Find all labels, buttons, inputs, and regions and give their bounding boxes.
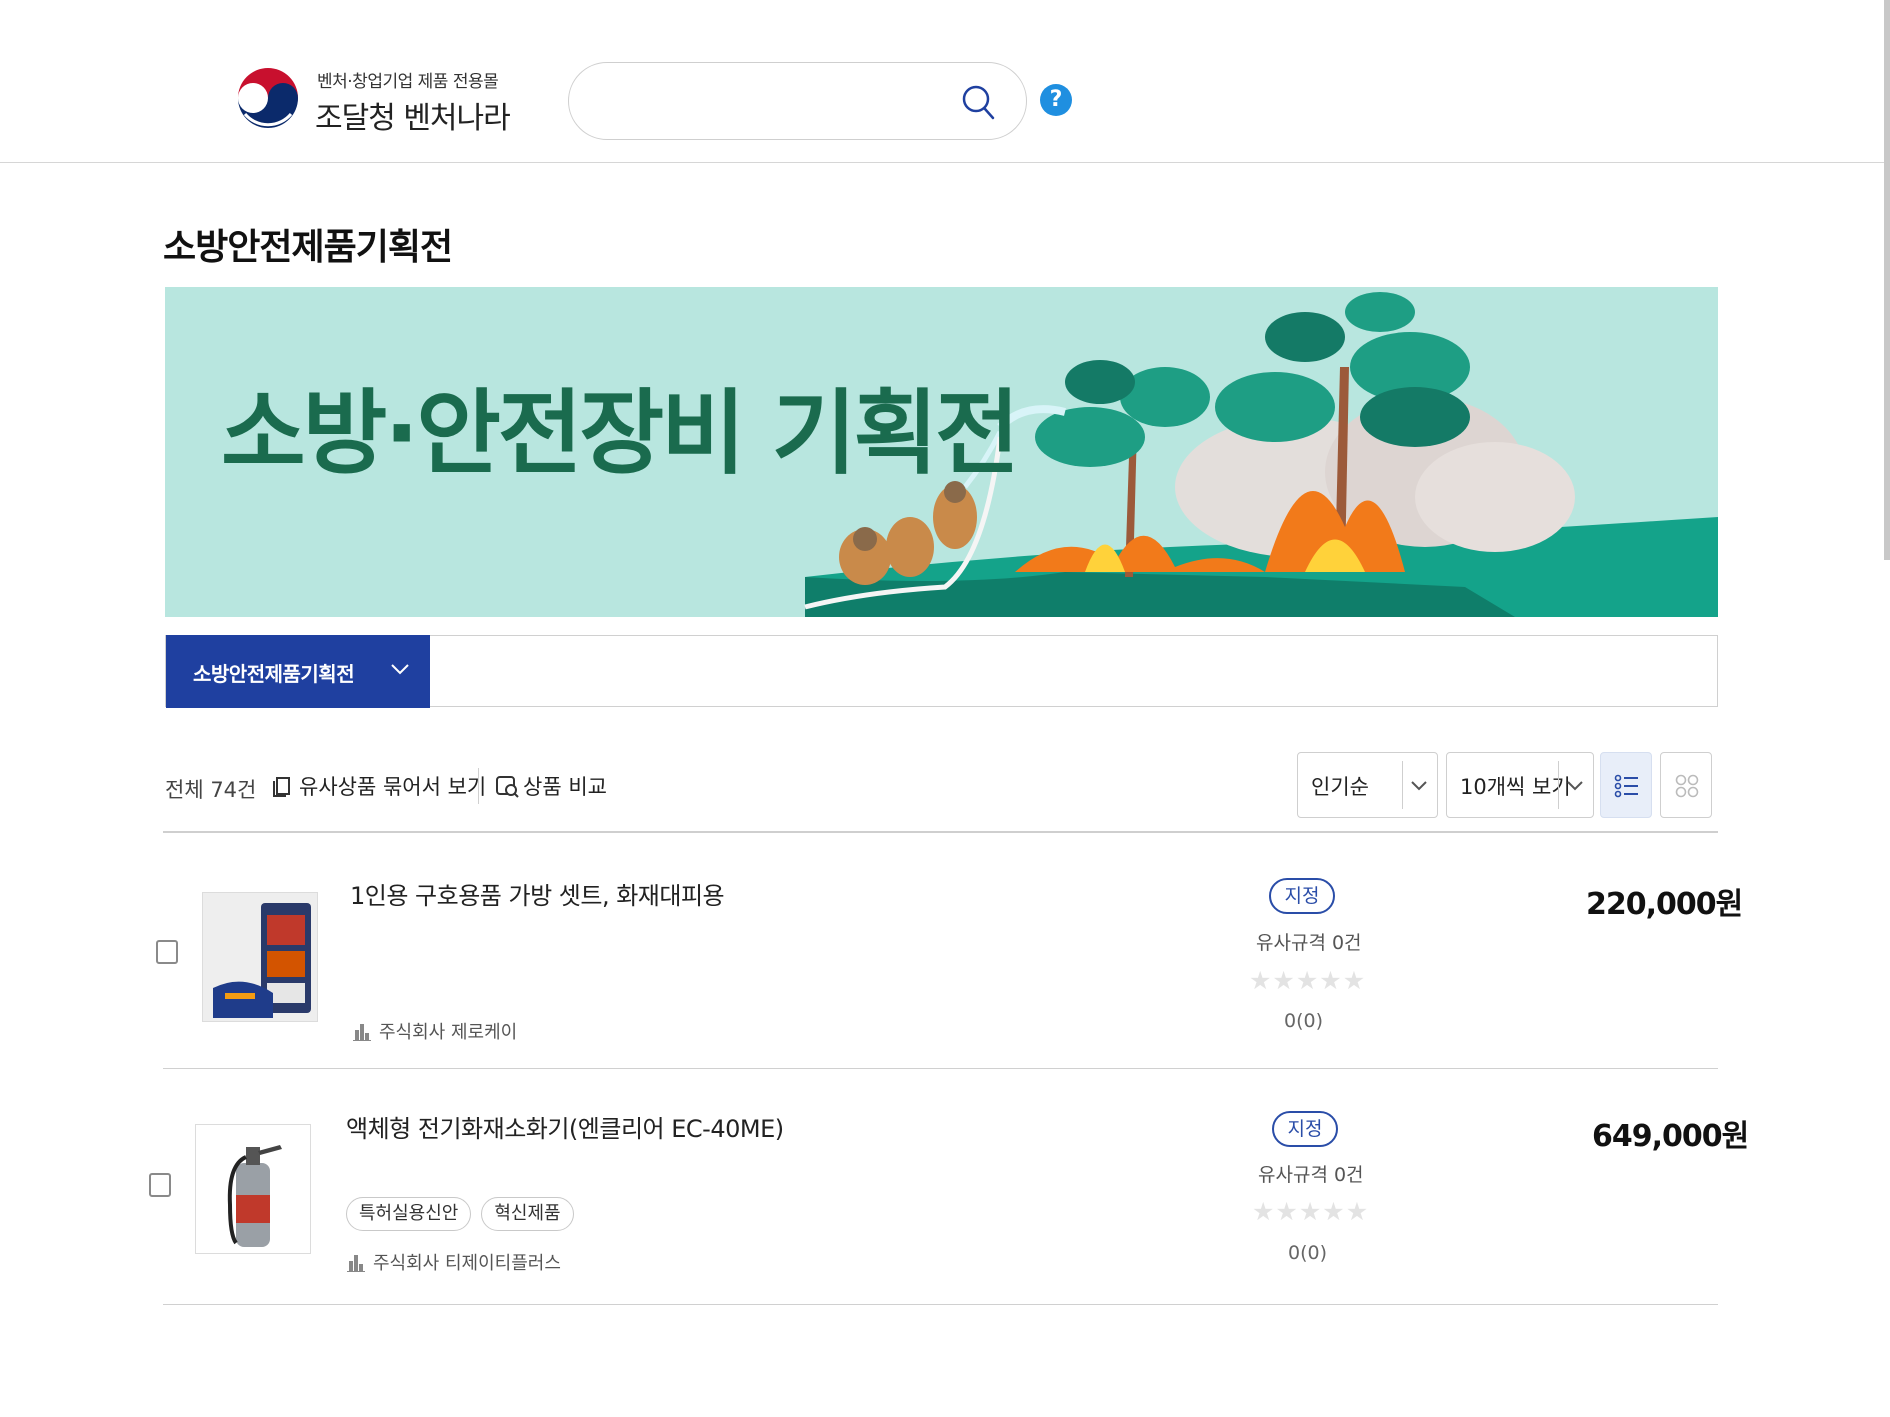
- product-price: 649,000원: [1592, 1119, 1749, 1154]
- star-icon: ★: [1295, 966, 1319, 995]
- star-icon: ★: [1252, 1197, 1275, 1226]
- logo-subtitle: 벤처·창업기업 제품 전용몰: [317, 72, 499, 92]
- page-size-value: 10개씩 보기: [1460, 775, 1571, 799]
- banner-headline: 소방·안전장비 기획전: [221, 380, 1020, 487]
- page-title: 소방안전제품기획전: [163, 227, 453, 268]
- total-count: 전체 74건: [165, 778, 257, 802]
- review-count: 0(0): [1284, 1010, 1324, 1032]
- patent-tag: 특허실용신안: [346, 1197, 472, 1231]
- layers-icon: [273, 777, 290, 797]
- star-rating: ★ ★ ★ ★ ★: [1249, 968, 1365, 993]
- page-scrollbar[interactable]: [1884, 0, 1890, 560]
- seller-info: 주식회사 티제이티플러스: [347, 1249, 561, 1275]
- rescue-bag-image: [203, 893, 317, 1021]
- compare-label: 상품 비교: [523, 775, 607, 799]
- star-icon: ★: [1345, 1197, 1369, 1226]
- sort-order-value: 인기순: [1311, 775, 1369, 799]
- product-tags: 특허실용신안 혁신제품: [346, 1197, 574, 1231]
- search-input[interactable]: [599, 81, 939, 121]
- toolbar-divider: [478, 768, 479, 804]
- innovation-tag: 혁신제품: [481, 1197, 574, 1231]
- promo-banner[interactable]: 소방·안전장비 기획전: [165, 287, 1718, 617]
- product-name[interactable]: 액체형 전기화재소화기(엔클리어 EC-40ME): [346, 1109, 784, 1144]
- building-icon: [353, 1024, 371, 1041]
- list-toolbar: 전체 74건 유사상품 묶어서 보기 상품 비교 인기순 10개씩 보기: [163, 748, 1718, 833]
- category-dropdown[interactable]: 소방안전제품기획전: [166, 635, 430, 708]
- chevron-down-icon: [1411, 781, 1427, 791]
- product-name[interactable]: 1인용 구호용품 가방 셋트, 화재대피용: [350, 876, 725, 911]
- list-view-icon: [1614, 774, 1638, 798]
- group-similar-button[interactable]: 유사상품 묶어서 보기: [271, 770, 486, 802]
- page-size-select[interactable]: 10개씩 보기: [1446, 752, 1594, 818]
- product-select-checkbox[interactable]: [156, 940, 178, 964]
- grid-view-button[interactable]: [1660, 752, 1712, 818]
- product-thumbnail[interactable]: [195, 1124, 311, 1254]
- search-box: [568, 62, 1027, 140]
- search-icon[interactable]: [960, 83, 996, 121]
- star-icon: ★: [1342, 966, 1366, 995]
- product-select-checkbox[interactable]: [149, 1173, 171, 1197]
- product-thumbnail[interactable]: [202, 892, 318, 1022]
- seller-info: 주식회사 제로케이: [353, 1018, 517, 1044]
- star-icon: ★: [1319, 966, 1342, 995]
- help-icon[interactable]: ?: [1040, 84, 1072, 116]
- grid-view-icon: [1675, 774, 1699, 798]
- similar-spec-count[interactable]: 유사규격 0건: [1256, 928, 1362, 955]
- chevron-down-icon: [1567, 781, 1583, 791]
- product-price: 220,000원: [1586, 887, 1743, 922]
- product-row: 액체형 전기화재소화기(엔클리어 EC-40ME) 특허실용신안 혁신제품 주식…: [149, 1069, 1749, 1305]
- building-icon: [347, 1255, 365, 1272]
- logo-title: 조달청 벤처나라: [315, 101, 511, 136]
- designated-badge: 지정: [1272, 1111, 1338, 1147]
- select-divider: [1558, 761, 1559, 809]
- compare-button[interactable]: 상품 비교: [495, 770, 607, 802]
- site-header: 벤처·창업기업 제품 전용몰 조달청 벤처나라 ?: [0, 0, 1890, 163]
- taegeuk-logo-icon: [238, 68, 298, 128]
- product-row: 1인용 구호용품 가방 셋트, 화재대피용 주식회사 제로케이 지정 유사규격 …: [156, 833, 1743, 1069]
- star-icon: ★: [1272, 966, 1295, 995]
- seller-name: 주식회사 티제이티플러스: [373, 1253, 561, 1274]
- chevron-down-icon: [391, 664, 409, 675]
- star-icon: ★: [1275, 1197, 1298, 1226]
- star-icon: ★: [1322, 1197, 1345, 1226]
- similar-spec-count[interactable]: 유사규격 0건: [1258, 1160, 1364, 1187]
- fire-extinguisher-image: [196, 1125, 310, 1253]
- review-count: 0(0): [1288, 1242, 1328, 1264]
- designated-badge: 지정: [1269, 878, 1335, 914]
- star-icon: ★: [1298, 1197, 1322, 1226]
- group-similar-label: 유사상품 묶어서 보기: [299, 775, 487, 799]
- category-bar: 소방안전제품기획전: [165, 635, 1718, 708]
- compare-icon: [496, 776, 519, 798]
- select-divider: [1402, 761, 1403, 809]
- star-rating: ★ ★ ★ ★ ★: [1252, 1199, 1368, 1224]
- list-view-button[interactable]: [1600, 752, 1652, 818]
- category-dropdown-label: 소방안전제품기획전: [193, 662, 355, 686]
- star-icon: ★: [1249, 966, 1272, 995]
- seller-name: 주식회사 제로케이: [379, 1022, 518, 1043]
- sort-order-select[interactable]: 인기순: [1297, 752, 1438, 818]
- site-logo[interactable]: 벤처·창업기업 제품 전용몰 조달청 벤처나라: [235, 60, 515, 142]
